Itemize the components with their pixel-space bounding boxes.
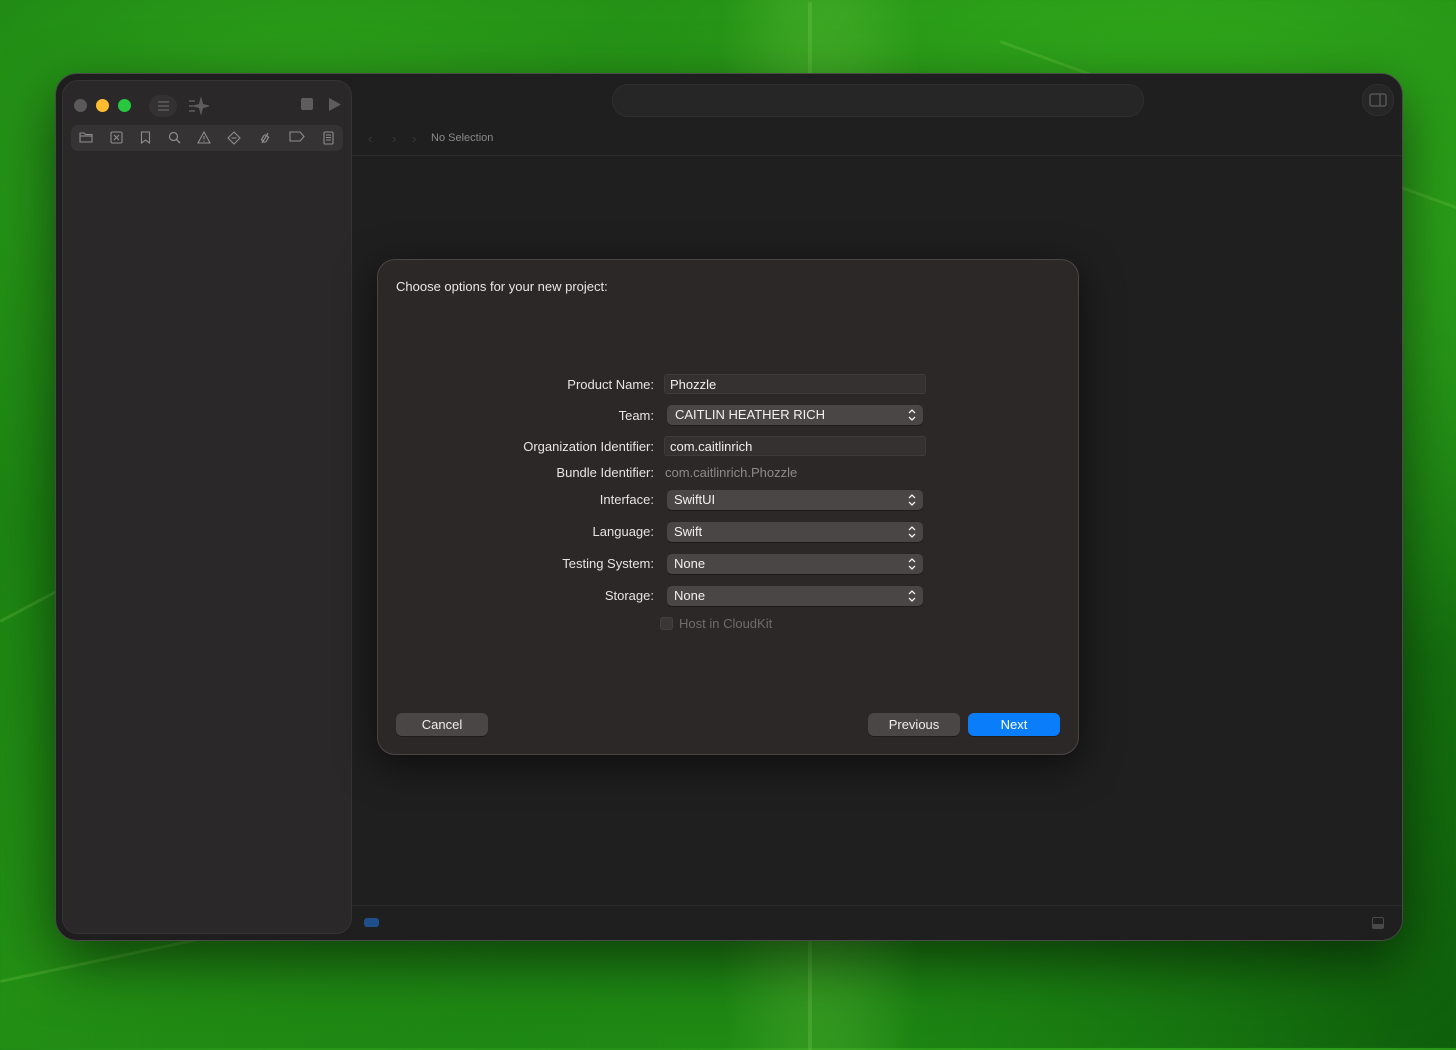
chevron-updown-icon	[908, 590, 916, 602]
organization-identifier-field[interactable]: com.caitlinrich	[664, 436, 926, 456]
team-label: Team:	[618, 408, 654, 423]
previous-button[interactable]: Previous	[868, 713, 960, 736]
cancel-button[interactable]: Cancel	[396, 713, 488, 736]
project-options-dialog: Choose options for your new project: Pro…	[377, 259, 1079, 755]
breadcrumb-chevron-icon: ›	[412, 131, 417, 146]
team-popup[interactable]: CAITLIN HEATHER RICH	[667, 405, 923, 425]
sparkle-icon[interactable]	[187, 96, 211, 121]
language-popup[interactable]: Swift	[667, 522, 923, 542]
zoom-button[interactable]	[118, 99, 131, 112]
folder-icon[interactable]	[77, 129, 95, 147]
interface-label: Interface:	[599, 492, 654, 507]
report-icon[interactable]	[319, 129, 337, 147]
source-control-icon[interactable]	[107, 129, 125, 147]
issue-icon[interactable]	[195, 129, 213, 147]
storage-popup[interactable]: None	[667, 586, 923, 606]
team-value: CAITLIN HEATHER RICH	[675, 407, 825, 422]
debug-icon[interactable]	[256, 129, 274, 147]
stop-icon[interactable]	[301, 98, 313, 110]
chevron-updown-icon	[908, 409, 916, 421]
bundle-identifier-value: com.caitlinrich.Phozzle	[665, 465, 798, 480]
language-label: Language:	[592, 524, 654, 539]
product-name-field[interactable]: Phozzle	[664, 374, 926, 394]
testing-system-label: Testing System:	[562, 556, 654, 571]
activity-viewer[interactable]	[612, 84, 1144, 117]
interface-value: SwiftUI	[674, 492, 716, 507]
filter-indicator-icon[interactable]	[364, 918, 379, 927]
bundle-identifier-label: Bundle Identifier:	[556, 465, 654, 480]
debug-area-toggle-icon[interactable]	[1372, 916, 1384, 929]
navigator-sidebar	[62, 80, 352, 934]
host-in-cloudkit-checkbox[interactable]	[660, 617, 673, 630]
find-icon[interactable]	[165, 129, 183, 147]
language-value: Swift	[674, 524, 703, 539]
bookmark-icon[interactable]	[136, 129, 154, 147]
chevron-updown-icon	[908, 558, 916, 570]
chevron-updown-icon	[908, 526, 916, 538]
minimize-button[interactable]	[96, 99, 109, 112]
testing-system-value: None	[674, 556, 706, 571]
navigator-selector-bar	[71, 125, 343, 151]
product-name-label: Product Name:	[567, 377, 654, 392]
dialog-title: Choose options for your new project:	[396, 279, 608, 294]
jump-bar-selection: No Selection	[431, 132, 494, 144]
interface-popup[interactable]: SwiftUI	[667, 490, 923, 510]
chevron-updown-icon	[908, 494, 916, 506]
storage-value: None	[674, 588, 706, 603]
inspector-toggle-icon[interactable]	[1362, 84, 1394, 116]
debug-bar	[352, 905, 1402, 940]
test-icon[interactable]	[225, 129, 243, 147]
back-chevron-icon[interactable]: ‹	[368, 130, 372, 148]
close-button[interactable]	[74, 99, 87, 112]
forward-chevron-icon[interactable]: ›	[392, 130, 396, 148]
testing-system-popup[interactable]: None	[667, 554, 923, 574]
jump-bar: ‹ › › No Selection	[352, 124, 1402, 156]
sidebar-toggle-icon[interactable]	[149, 95, 177, 117]
next-button[interactable]: Next	[968, 713, 1060, 736]
organization-identifier-label: Organization Identifier:	[523, 439, 654, 454]
run-icon[interactable]	[328, 97, 342, 117]
storage-label: Storage:	[604, 588, 654, 603]
host-in-cloudkit-label: Host in CloudKit	[679, 616, 773, 631]
breakpoint-icon[interactable]	[288, 129, 306, 147]
